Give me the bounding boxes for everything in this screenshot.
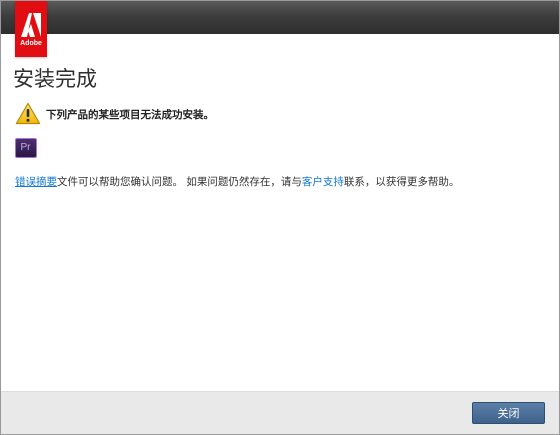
warning-icon [15,102,41,125]
adobe-logo: Adobe [15,1,47,57]
close-button[interactable]: 关闭 [472,402,545,424]
info-message: 错误摘要文件可以帮助您确认问题。 如果问题仍然存在，请与客户支持联系，以获得更多… [15,174,459,189]
info-text-part-1: 文件可以帮助您确认问题。 如果问题仍然存在，请与 [57,176,302,188]
page-title: 安装完成 [13,67,97,91]
footer-bar: 关闭 [1,391,559,434]
premiere-pro-icon: Pr [15,138,37,158]
customer-support-link[interactable]: 客户支持 [302,176,344,188]
installer-window: Adobe 安装完成 下列产品的某些项目无法成功安装。 Pr 错误摘要文件可以帮… [0,0,560,435]
info-text-part-2: 联系，以获得更多帮助。 [343,176,460,188]
adobe-logo-text: Adobe [20,40,42,47]
title-bar [1,1,559,34]
adobe-a-icon [21,13,41,37]
error-summary-link[interactable]: 错误摘要 [15,176,57,188]
product-icon-label: Pr [20,142,31,153]
warning-text: 下列产品的某些项目无法成功安装。 [46,109,214,121]
